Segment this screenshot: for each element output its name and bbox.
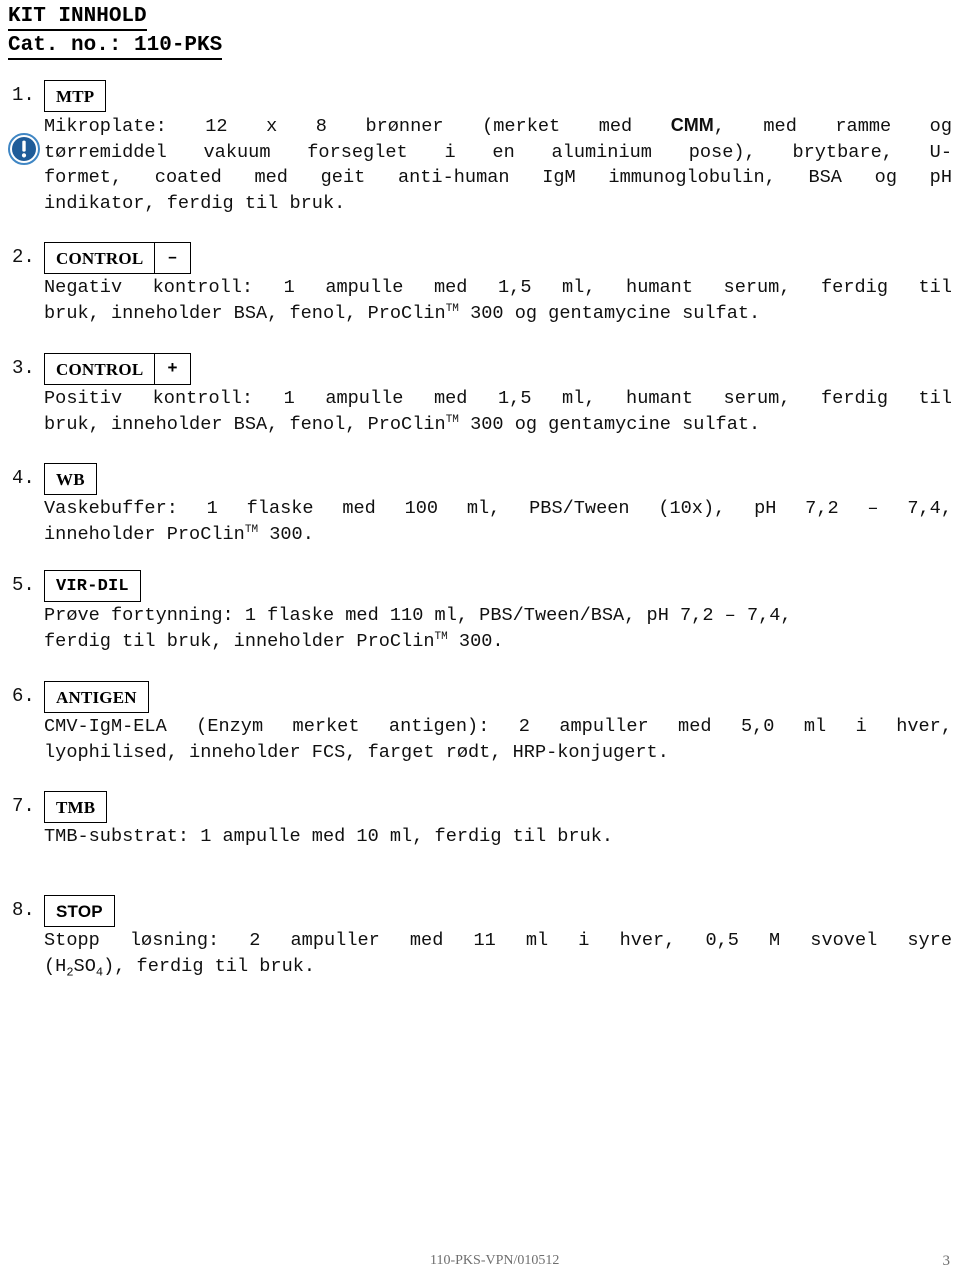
kit-item-8-formula-open: (H	[44, 955, 67, 977]
kit-item-4-trademark: TM	[244, 523, 259, 536]
kit-item-1-line-1b: , med ramme og	[713, 116, 952, 137]
kit-item-1-bold-token: CMM	[670, 115, 714, 135]
kit-item-2-number: 2.	[12, 246, 35, 268]
kit-item-8: 8. STOP Stopp løsning: 2 ampuller med 11…	[8, 895, 952, 979]
kit-item-4-line-1: Vaskebuffer: 1 flaske med 100 ml, PBS/Tw…	[44, 498, 952, 519]
kit-title-line-1: KIT INNHOLD	[8, 4, 147, 31]
kit-item-8-number: 8.	[12, 899, 35, 921]
document-header: KIT INNHOLD Cat. no.: 110-PKS	[8, 4, 508, 60]
kit-item-8-line-2b: ), ferdig til bruk.	[103, 955, 316, 977]
kit-item-7-body: TMB-substrat: 1 ampulle med 10 ml, ferdi…	[44, 824, 952, 850]
kit-item-2: 2. CONTROL – Negativ kontroll: 1 ampulle…	[8, 242, 952, 326]
kit-item-1-number: 1.	[12, 84, 35, 106]
kit-item-8-formula-sub-1: 2	[66, 965, 74, 980]
kit-item-3: 3. CONTROL + Positiv kontroll: 1 ampulle…	[8, 353, 952, 437]
kit-item-1-line-3: formet, coated med geit anti-human IgM i…	[44, 167, 952, 188]
kit-item-6-tag: ANTIGEN	[44, 681, 149, 713]
kit-item-5-head: 5. VIR-DIL	[8, 570, 952, 603]
kit-item-8-tag: STOP	[44, 895, 115, 927]
kit-item-2-body: Negativ kontroll: 1 ampulle med 1,5 ml, …	[44, 275, 952, 326]
kit-item-5-line-2b: 300.	[447, 630, 504, 652]
kit-item-3-body: Positiv kontroll: 1 ampulle med 1,5 ml, …	[44, 386, 952, 437]
kit-item-7-tag: TMB	[44, 791, 108, 823]
kit-item-7: 7. TMB TMB-substrat: 1 ampulle med 10 ml…	[8, 791, 952, 850]
kit-item-1-line-2: tørremiddel vakuum forseglet i en alumin…	[44, 141, 952, 163]
kit-item-2-line-2b: 300 og gentamycine sulfat.	[458, 302, 761, 324]
page-footer: 110-PKS-VPN/010512 3	[0, 1253, 960, 1277]
kit-item-4-line-2a: inneholder ProClin	[44, 523, 245, 545]
kit-item-3-trademark: TM	[445, 413, 459, 426]
kit-item-5: 5. VIR-DIL Prøve fortynning: 1 flaske me…	[8, 570, 952, 654]
kit-item-1-tag: MTP	[44, 80, 107, 112]
kit-item-5-line-1: Prøve fortynning: 1 flaske med 110 ml, P…	[44, 605, 792, 626]
kit-item-5-trademark: TM	[434, 630, 448, 643]
kit-item-6-body: CMV-IgM-ELA (Enzym merket antigen): 2 am…	[44, 714, 952, 765]
kit-item-2-line-2a: bruk, inneholder BSA, fenol, ProClin	[44, 302, 446, 324]
footer-page-number: 3	[942, 1253, 951, 1269]
kit-item-6-head: 6. ANTIGEN	[8, 681, 952, 714]
kit-item-3-tag-label: CONTROL	[56, 359, 144, 379]
kit-item-2-line-1: Negativ kontroll: 1 ampulle med 1,5 ml, …	[44, 277, 952, 298]
kit-item-6-number: 6.	[12, 685, 35, 707]
kit-item-8-formula-mid: SO	[73, 955, 96, 977]
kit-item-1-line-4: indikator, ferdig til bruk.	[44, 192, 346, 214]
kit-item-7-tag-label: TMB	[56, 797, 96, 817]
kit-item-1-tag-label: MTP	[56, 86, 95, 106]
kit-item-7-head: 7. TMB	[8, 791, 952, 824]
kit-item-4-line-2b: 300.	[258, 523, 314, 545]
catalog-number-line: Cat. no.: 110-PKS	[8, 33, 223, 60]
kit-item-3-line-2a: bruk, inneholder BSA, fenol, ProClin	[44, 413, 446, 435]
kit-item-5-body: Prøve fortynning: 1 flaske med 110 ml, P…	[44, 603, 952, 654]
kit-item-2-tag-sign: –	[154, 243, 189, 273]
kit-item-1: 1. MTP Mikroplate: 12 x 8 brønner (merke…	[8, 80, 952, 216]
kit-item-4-body: Vaskebuffer: 1 flaske med 100 ml, PBS/Tw…	[44, 496, 952, 547]
kit-item-5-tag: VIR-DIL	[44, 570, 141, 602]
kit-item-3-line-2b: 300 og gentamycine sulfat.	[458, 413, 761, 435]
kit-item-3-tag: CONTROL +	[44, 353, 191, 385]
kit-item-3-number: 3.	[12, 357, 35, 379]
kit-item-2-head: 2. CONTROL –	[8, 242, 952, 275]
kit-item-2-tag-label: CONTROL	[56, 248, 144, 268]
kit-item-1-line-1a: Mikroplate: 12 x 8 brønner (merket med	[44, 116, 671, 137]
kit-item-6-line-1: CMV-IgM-ELA (Enzym merket antigen): 2 am…	[44, 716, 952, 737]
kit-item-3-head: 3. CONTROL +	[8, 353, 952, 386]
kit-item-6-tag-label: ANTIGEN	[56, 687, 137, 707]
kit-item-8-line-1: Stopp løsning: 2 ampuller med 11 ml i hv…	[44, 930, 952, 951]
kit-item-6: 6. ANTIGEN CMV-IgM-ELA (Enzym merket ant…	[8, 681, 952, 765]
kit-item-8-body: Stopp løsning: 2 ampuller med 11 ml i hv…	[44, 928, 952, 979]
kit-item-1-body: Mikroplate: 12 x 8 brønner (merket med C…	[44, 113, 952, 216]
document-page: KIT INNHOLD Cat. no.: 110-PKS 1. MTP Mik…	[0, 0, 960, 1284]
kit-item-2-tag: CONTROL –	[44, 242, 191, 274]
kit-item-5-number: 5.	[12, 574, 35, 596]
kit-item-3-line-1: Positiv kontroll: 1 ampulle med 1,5 ml, …	[44, 388, 952, 409]
kit-item-4-head: 4. WB	[8, 463, 952, 496]
kit-item-6-line-2: lyophilised, inneholder FCS, farget rødt…	[44, 741, 669, 763]
kit-item-5-line-2a: ferdig til bruk, inneholder ProClin	[44, 630, 435, 652]
kit-item-1-head: 1. MTP	[8, 80, 952, 113]
footer-document-code: 110-PKS-VPN/010512	[430, 1253, 560, 1268]
kit-item-8-head: 8. STOP	[8, 895, 952, 928]
kit-item-2-trademark: TM	[445, 302, 459, 315]
kit-item-4-number: 4.	[12, 467, 35, 489]
kit-item-4-tag: WB	[44, 463, 97, 495]
kit-item-8-formula-sub-2: 4	[95, 965, 104, 980]
kit-item-7-number: 7.	[12, 795, 35, 817]
kit-item-7-line-1: TMB-substrat: 1 ampulle med 10 ml, ferdi…	[44, 826, 614, 847]
kit-item-3-tag-sign: +	[154, 354, 189, 384]
kit-item-4-tag-label: WB	[56, 469, 85, 489]
kit-item-4: 4. WB Vaskebuffer: 1 flaske med 100 ml, …	[8, 463, 952, 547]
kit-item-8-tag-label: STOP	[56, 901, 103, 921]
kit-item-5-tag-label: VIR-DIL	[56, 576, 129, 596]
